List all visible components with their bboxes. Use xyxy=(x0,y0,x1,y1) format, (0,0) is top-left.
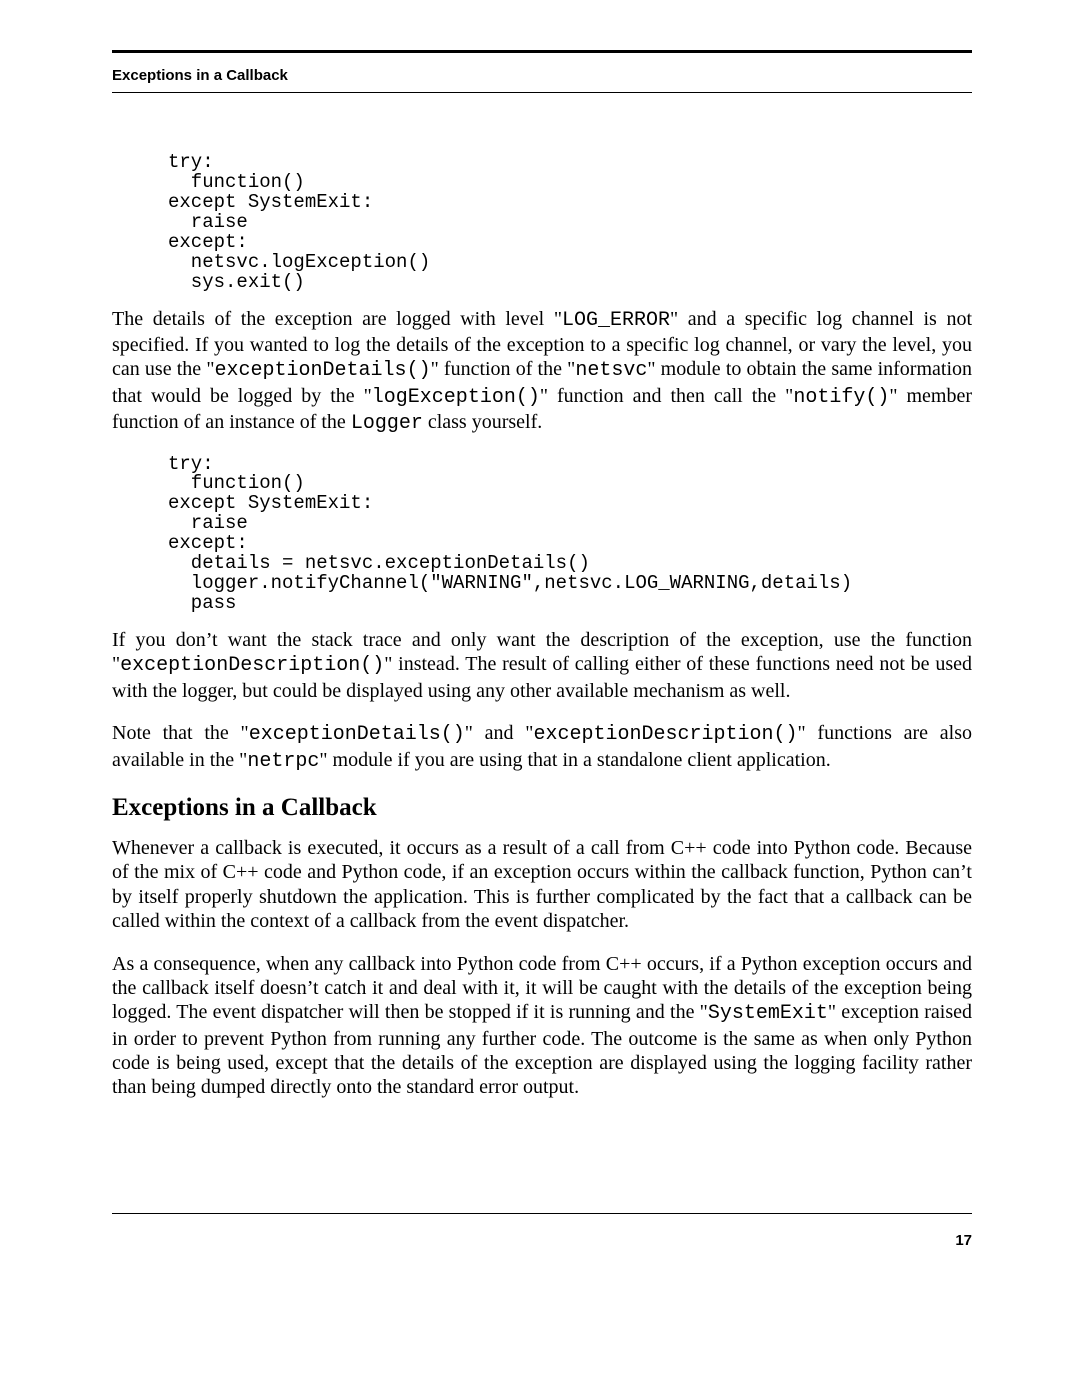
text: The details of the exception are logged … xyxy=(112,308,562,330)
paragraph-1: The details of the exception are logged … xyxy=(112,307,972,437)
code-inline: notify() xyxy=(793,386,889,409)
code-block-1: try: function() except SystemExit: raise… xyxy=(168,153,972,293)
running-header: Exceptions in a Callback xyxy=(112,67,972,84)
paragraph-3: Note that the "exceptionDetails()" and "… xyxy=(112,721,972,774)
text: " and " xyxy=(465,722,534,744)
text: " module if you are using that in a stan… xyxy=(319,749,830,771)
code-inline: exceptionDescription() xyxy=(533,723,797,746)
code-inline: Logger xyxy=(351,412,423,435)
paragraph-2: If you don’t want the stack trace and on… xyxy=(112,628,972,703)
footer: 17 xyxy=(112,1213,972,1249)
code-inline: exceptionDescription() xyxy=(120,654,384,677)
code-inline: exceptionDetails() xyxy=(249,723,465,746)
paragraph-4: Whenever a callback is executed, it occu… xyxy=(112,836,972,934)
text: " function of the " xyxy=(431,358,576,380)
code-inline: LOG_ERROR xyxy=(562,309,670,332)
code-inline: SystemExit xyxy=(708,1002,828,1025)
text: Note that the " xyxy=(112,722,249,744)
code-inline: netsvc xyxy=(575,359,647,382)
top-rule xyxy=(112,50,972,53)
paragraph-5: As a consequence, when any callback into… xyxy=(112,952,972,1100)
text: " function and then call the " xyxy=(540,385,793,407)
document-page: Exceptions in a Callback try: function()… xyxy=(0,0,1080,1397)
section-heading: Exceptions in a Callback xyxy=(112,794,972,822)
code-block-2: try: function() except SystemExit: raise… xyxy=(168,455,972,615)
code-inline: netrpc xyxy=(247,750,319,773)
footer-rule xyxy=(112,1213,972,1214)
page-number: 17 xyxy=(112,1232,972,1249)
code-inline: exceptionDetails() xyxy=(215,359,431,382)
header-rule xyxy=(112,92,972,93)
code-inline: logException() xyxy=(372,386,540,409)
text: class yourself. xyxy=(423,411,542,433)
